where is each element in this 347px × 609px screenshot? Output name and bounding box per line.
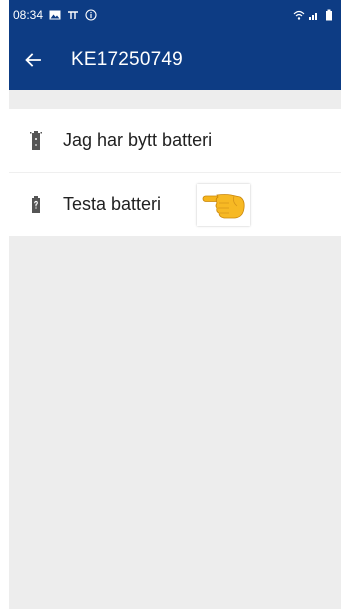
- pi-icon: [67, 9, 79, 21]
- list-item-replaced-battery[interactable]: Jag har bytt batteri: [9, 109, 341, 172]
- option-list: Jag har bytt batteri Testa batteri: [9, 109, 341, 236]
- info-icon: [85, 9, 97, 21]
- battery-unknown-icon: [29, 194, 43, 216]
- status-time: 08:34: [13, 8, 44, 22]
- status-bar-right: [293, 9, 335, 21]
- device-frame: 08:34 KE17250749 Jag har bytt batteri Te…: [0, 0, 347, 609]
- arrow-back-icon[interactable]: [23, 50, 43, 70]
- wifi-icon: [293, 9, 305, 21]
- list-item-test-battery[interactable]: Testa batteri: [9, 172, 341, 236]
- list-item-label: Jag har bytt batteri: [63, 130, 213, 150]
- pointing-hand-emoji: [197, 184, 250, 226]
- status-bar: 08:34: [9, 0, 341, 30]
- list-item-label: Testa batteri: [63, 194, 162, 214]
- image-icon: [49, 9, 61, 21]
- battery-charging-icon: [29, 130, 43, 152]
- page-title: KE17250749: [71, 49, 183, 70]
- app-screen: 08:34 KE17250749 Jag har bytt batteri Te…: [9, 0, 341, 609]
- app-bar: KE17250749: [9, 30, 341, 90]
- signal-icon: [308, 9, 320, 21]
- battery-icon: [323, 9, 335, 21]
- status-bar-left: 08:34: [13, 8, 97, 22]
